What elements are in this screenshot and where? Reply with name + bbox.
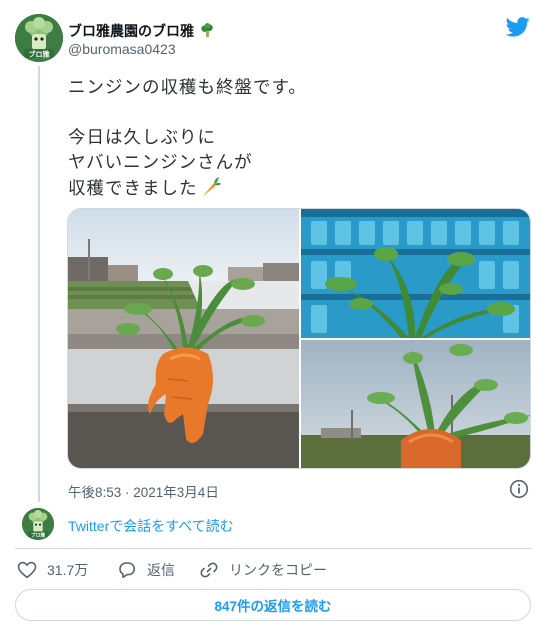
broccoli-mascot-icon: ブロ雅 — [15, 14, 63, 62]
author-handle[interactable]: @buromasa0423 — [68, 41, 176, 57]
heart-icon — [17, 561, 37, 579]
read-replies-button[interactable]: 847件の返信を読む — [15, 589, 531, 621]
avatar-label: ブロ雅 — [29, 50, 50, 59]
tweet-line-last: 収穫できました — [68, 176, 307, 201]
tweet-text: ニンジンの収穫も終盤です。 今日は久しぶりに ヤバいニンジンさんが 収穫できまし… — [68, 76, 307, 201]
copy-link-label: リンクをコピー — [229, 562, 327, 578]
reply-button[interactable]: 返信 — [117, 560, 175, 580]
carrot-emoji-icon — [202, 177, 221, 196]
tweet-timestamp[interactable]: 午後8:53 · 2021年3月4日 — [68, 481, 219, 501]
read-conversation-link[interactable]: Twitterで会話をすべて読む — [68, 516, 234, 536]
tweet-line: 今日は久しぶりに — [68, 128, 216, 148]
like-button[interactable]: 31.7万 — [17, 560, 88, 580]
info-icon[interactable] — [509, 479, 529, 499]
tweet-line: ニンジンの収穫も終盤です。 — [68, 78, 307, 98]
broccoli-mascot-small-icon: ブロ雅 — [22, 508, 54, 540]
reply-label: 返信 — [147, 562, 175, 578]
reply-bubble-icon — [119, 562, 135, 579]
carrot-crate-photo[interactable] — [301, 209, 530, 338]
display-name-text[interactable]: ブロ雅農園のブロ雅 — [68, 23, 194, 39]
photo-3-illustration — [301, 340, 530, 468]
media-grid — [67, 208, 531, 469]
like-count: 31.7万 — [47, 562, 89, 578]
tweet-line: 収穫できました — [68, 179, 198, 199]
copy-link-button[interactable]: リンクをコピー — [199, 560, 327, 580]
tweet-card: ブロ雅 ブロ雅農園のブロ雅 @buromasa0423 ニンジンの収穫も終盤です… — [0, 0, 547, 636]
author-avatar[interactable]: ブロ雅 — [15, 14, 63, 62]
author-avatar-small[interactable]: ブロ雅 — [22, 508, 54, 540]
photo-1-illustration — [68, 209, 299, 468]
divider — [15, 548, 532, 549]
tweet-line: ヤバいニンジンさんが — [68, 153, 253, 173]
link-icon — [200, 562, 218, 578]
carrot-sky-photo[interactable] — [301, 340, 530, 468]
author-display-name[interactable]: ブロ雅農園のブロ雅 — [68, 21, 215, 41]
thread-line — [38, 66, 40, 502]
twitter-bird-icon[interactable] — [506, 16, 530, 38]
broccoli-icon — [201, 23, 213, 38]
photo-2-illustration — [301, 209, 530, 338]
mandrake-carrot-photo[interactable] — [68, 209, 299, 468]
